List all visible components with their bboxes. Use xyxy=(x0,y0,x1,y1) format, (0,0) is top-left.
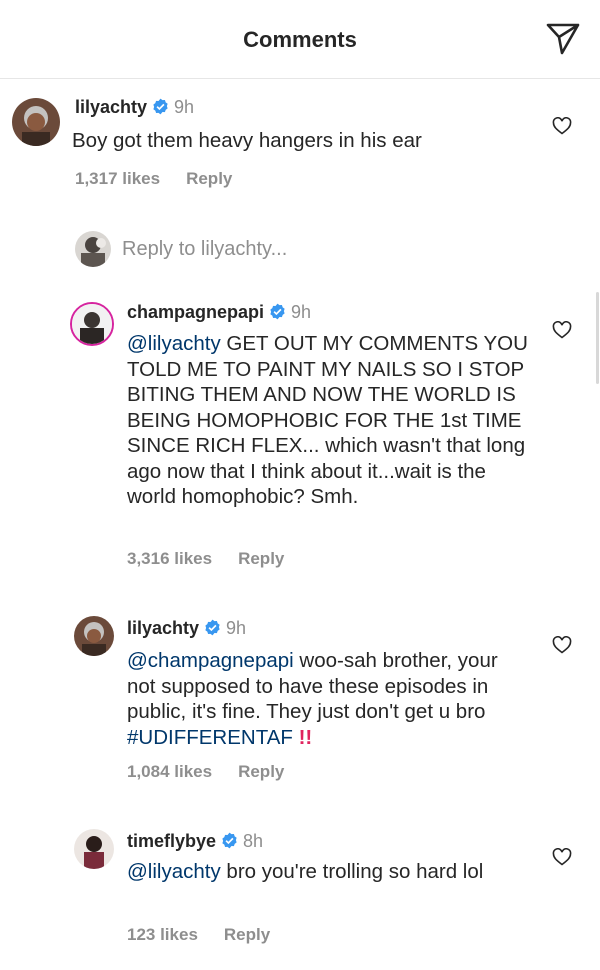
scrollbar[interactable] xyxy=(596,292,599,384)
comment-header: champagnepapi 9h xyxy=(127,302,311,323)
reply-placeholder[interactable]: Reply to lilyachty... xyxy=(122,238,287,261)
comment-body: GET OUT MY COMMENTS YOU TOLD ME TO PAINT… xyxy=(127,332,528,508)
verified-badge-icon xyxy=(222,832,237,849)
mention-link[interactable]: @lilyachty xyxy=(127,332,221,355)
reply-input-row[interactable]: Reply to lilyachty... xyxy=(75,231,475,269)
reply-button[interactable]: Reply xyxy=(224,925,270,944)
heart-icon[interactable] xyxy=(552,848,572,866)
username[interactable]: champagnepapi xyxy=(127,302,264,322)
comment-meta: 123 likes Reply xyxy=(127,925,270,945)
verified-badge-icon xyxy=(270,303,285,320)
avatar[interactable] xyxy=(74,829,114,869)
comment-header: lilyachty 9h xyxy=(75,97,194,118)
comment-text: Boy got them heavy hangers in his ear xyxy=(72,128,492,154)
username[interactable]: lilyachty xyxy=(75,97,147,117)
comment-header: lilyachty 9h xyxy=(127,618,246,639)
avatar[interactable] xyxy=(12,98,60,146)
heart-icon[interactable] xyxy=(552,321,572,339)
comment-text: @lilyachty bro you're trolling so hard l… xyxy=(127,859,517,885)
comment-meta: 1,317 likes Reply xyxy=(75,169,232,189)
likes-count[interactable]: 123 likes xyxy=(127,925,198,944)
likes-count[interactable]: 1,084 likes xyxy=(127,762,212,781)
hashtag-link[interactable]: #UDIFFERENTAF xyxy=(127,726,293,749)
comment-body: bro you're trolling so hard lol xyxy=(220,860,484,883)
page-title: Comments xyxy=(243,27,357,52)
mention-link[interactable]: @lilyachty xyxy=(127,860,221,883)
avatar[interactable] xyxy=(70,302,114,346)
avatar[interactable] xyxy=(74,616,114,656)
timestamp: 9h xyxy=(174,97,195,117)
verified-badge-icon xyxy=(205,619,220,636)
username[interactable]: timeflybye xyxy=(127,831,216,851)
comment-body: Boy got them heavy hangers in his ear xyxy=(72,129,422,152)
timestamp: 9h xyxy=(226,618,247,638)
comment-text: @champagnepapi woo-sah brother, your not… xyxy=(127,648,522,750)
verified-badge-icon xyxy=(153,98,168,115)
comment-text: @lilyachty GET OUT MY COMMENTS YOU TOLD … xyxy=(127,331,532,510)
timestamp: 9h xyxy=(291,302,312,322)
reply-button[interactable]: Reply xyxy=(238,549,284,568)
mention-link[interactable]: @champagnepapi xyxy=(127,649,294,672)
heart-icon[interactable] xyxy=(552,117,572,135)
comments-header: Comments xyxy=(0,0,600,79)
reply-button[interactable]: Reply xyxy=(238,762,284,781)
comment-meta: 1,084 likes Reply xyxy=(127,762,284,782)
paper-plane-icon[interactable] xyxy=(545,22,581,56)
comment-meta: 3,316 likes Reply xyxy=(127,549,284,569)
double-exclamation-emoji: !! xyxy=(298,725,313,749)
likes-count[interactable]: 1,317 likes xyxy=(75,169,160,188)
reply-button[interactable]: Reply xyxy=(186,169,232,188)
likes-count[interactable]: 3,316 likes xyxy=(127,549,212,568)
username[interactable]: lilyachty xyxy=(127,618,199,638)
current-user-avatar xyxy=(75,231,111,267)
heart-icon[interactable] xyxy=(552,636,572,654)
comment-header: timeflybye 8h xyxy=(127,831,263,852)
timestamp: 8h xyxy=(243,831,264,851)
